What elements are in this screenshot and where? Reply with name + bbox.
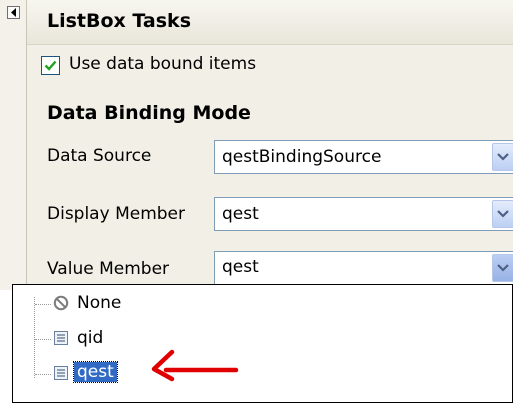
data-binding-mode-heading: Data Binding Mode (47, 102, 251, 124)
chevron-down-icon (497, 153, 509, 161)
dropdown-item-label: qid (77, 328, 104, 348)
use-data-bound-items-checkbox[interactable] (41, 56, 60, 75)
none-icon (53, 295, 69, 311)
dropdown-item-label: None (77, 293, 122, 313)
value-member-value: qest (222, 257, 259, 277)
dropdown-item-label-selected: qest (73, 361, 118, 383)
panel-title: ListBox Tasks (47, 10, 192, 32)
data-source-value: qestBindingSource (222, 147, 382, 167)
display-member-value: qest (222, 204, 259, 224)
data-source-dropdown-button[interactable] (492, 143, 513, 171)
data-source-combo[interactable]: qestBindingSource (214, 140, 513, 174)
display-member-combo[interactable]: qest (214, 197, 513, 231)
side-strip (0, 0, 26, 290)
dropdown-item-none[interactable]: None (13, 290, 213, 318)
smart-tag-panel: ListBox Tasks Use data bound items Data … (26, 0, 513, 290)
data-source-label: Data Source (47, 146, 152, 166)
value-member-label: Value Member (47, 259, 170, 279)
field-icon (54, 366, 68, 380)
collapse-panel-icon[interactable] (7, 6, 20, 19)
red-arrow-icon (151, 349, 239, 382)
chevron-down-icon (497, 210, 509, 218)
use-data-bound-items-label: Use data bound items (69, 54, 257, 74)
value-member-combo[interactable]: qest (214, 251, 513, 287)
value-member-dropdown-button[interactable] (492, 254, 513, 282)
panel-header: ListBox Tasks (27, 0, 513, 45)
field-icon (54, 331, 68, 345)
display-member-label: Display Member (47, 204, 185, 224)
display-member-dropdown-button[interactable] (492, 200, 513, 228)
checkmark-icon (44, 60, 57, 71)
value-member-dropdown-list[interactable]: None qid qest (12, 284, 513, 403)
chevron-down-icon (497, 264, 509, 272)
